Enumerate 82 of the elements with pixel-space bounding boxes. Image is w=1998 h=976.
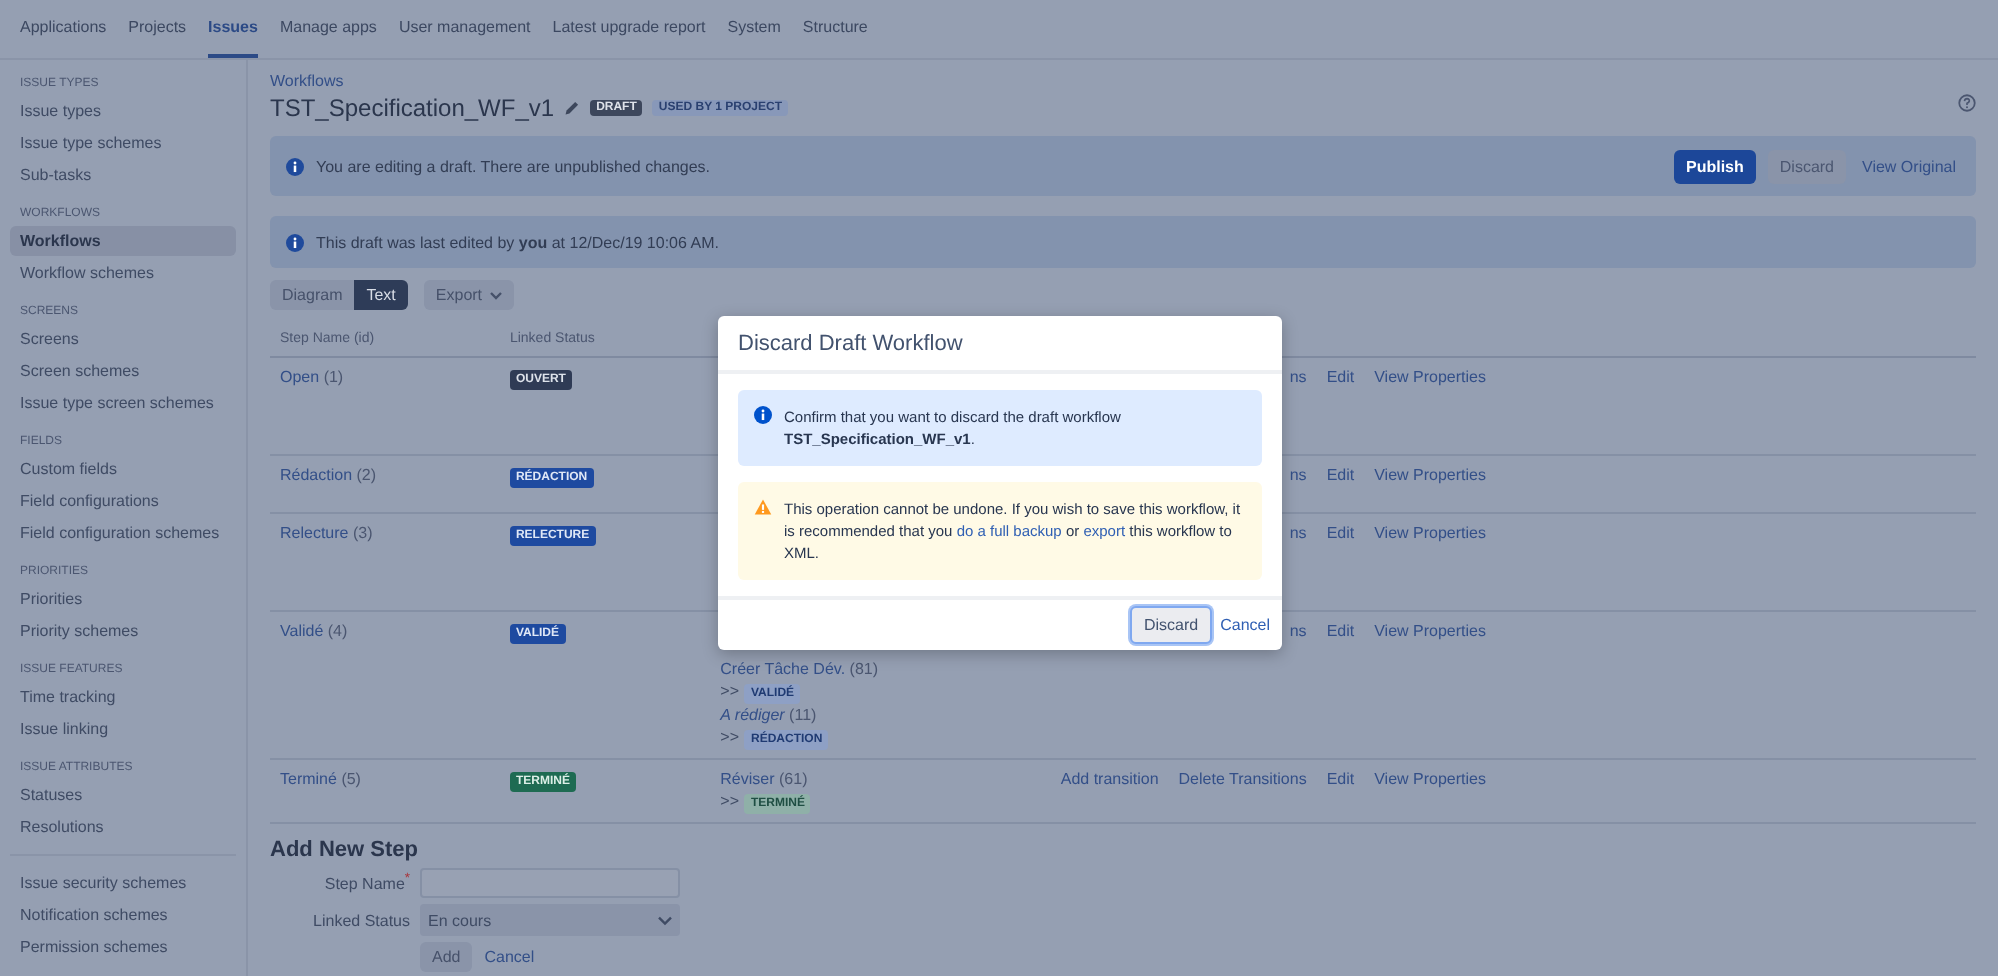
caret-icon: [490, 291, 503, 299]
add-button[interactable]: Add: [420, 942, 473, 972]
step-name[interactable]: Open (1): [280, 368, 344, 386]
sidebar-item[interactable]: Notification schemes: [10, 900, 236, 930]
info-icon: [286, 157, 304, 175]
chevron-icon: [658, 915, 672, 925]
action-link[interactable]: Delete Transitions: [1178, 768, 1307, 790]
sidebar-item[interactable]: Workflows: [10, 226, 236, 256]
nav-tab[interactable]: User management: [398, 0, 531, 58]
action-link[interactable]: View Properties: [1374, 522, 1486, 544]
step-name[interactable]: Relecture (3): [280, 524, 373, 542]
sidebar-item[interactable]: Resolutions: [10, 812, 236, 842]
discard-button[interactable]: Discard: [1767, 149, 1847, 183]
step-name[interactable]: Terminé (5): [280, 770, 361, 788]
sidebar-item[interactable]: Screen schemes: [10, 356, 236, 386]
action-link[interactable]: Edit: [1326, 366, 1355, 388]
sidebar-item[interactable]: Statuses: [10, 780, 236, 810]
action-link[interactable]: View Properties: [1374, 620, 1486, 642]
arrow-text: >>: [720, 792, 739, 810]
nav-tab[interactable]: Latest upgrade report: [552, 0, 706, 58]
view-tab[interactable]: Diagram: [270, 280, 355, 310]
view-original-link[interactable]: View Original: [1858, 149, 1960, 183]
cancel-link[interactable]: Cancel: [1220, 616, 1270, 634]
action-link[interactable]: Edit: [1326, 620, 1355, 642]
view-tab[interactable]: Text: [354, 280, 408, 310]
action-link[interactable]: Add transition: [1060, 768, 1159, 790]
action-link[interactable]: ns: [1289, 366, 1307, 388]
transition-name[interactable]: Réviser (61): [720, 770, 808, 788]
action-link[interactable]: View Properties: [1374, 768, 1486, 790]
sidebar-item[interactable]: Custom fields: [10, 454, 236, 484]
warning-icon: [754, 498, 772, 516]
transition-name[interactable]: A rédiger (11): [720, 706, 817, 724]
info-icon: [754, 406, 772, 424]
sidebar-item[interactable]: Field configuration schemes: [10, 518, 236, 548]
pencil-icon[interactable]: [564, 100, 581, 116]
dialog-title: Discard Draft Workflow: [718, 316, 1282, 374]
action-link[interactable]: ns: [1289, 464, 1307, 486]
nav-tab[interactable]: Issues: [208, 0, 258, 58]
banner-message: This draft was last edited by you at 12/Dec/19 10:06 AM.: [316, 233, 721, 251]
step-name[interactable]: Validé (4): [280, 622, 348, 640]
sidebar-item[interactable]: Issue security schemes: [10, 868, 236, 898]
publish-button[interactable]: Publish: [1674, 149, 1756, 183]
breadcrumb-link[interactable]: Workflows: [270, 72, 344, 90]
sidebar-item[interactable]: Issue types: [10, 96, 236, 126]
sidebar-item[interactable]: Workflow schemes: [10, 258, 236, 288]
banner-message: You are editing a draft. There are unpublished changes.: [316, 157, 713, 175]
field-label: Step Name$^{*}$: [322, 872, 410, 894]
info-icon: [286, 233, 304, 251]
confirm-discard-button[interactable]: Discard: [1129, 606, 1213, 644]
cancel-link[interactable]: Cancel: [484, 948, 535, 966]
action-link[interactable]: View Properties: [1374, 366, 1486, 388]
sidebar-item[interactable]: Sub-tasks: [10, 160, 236, 190]
section-heading: Add New Step: [270, 838, 420, 862]
sidebar-item[interactable]: Issue linking: [10, 714, 236, 744]
sidebar-item[interactable]: Issue type screen schemes: [10, 388, 236, 418]
arrow-text: >>: [720, 682, 739, 700]
workflow-title: TST_Specification_WF_v1: [270, 94, 555, 122]
step-name[interactable]: Rédaction (2): [280, 466, 377, 484]
sidebar-item[interactable]: Field configurations: [10, 486, 236, 516]
nav-tab[interactable]: Projects: [128, 0, 187, 58]
action-link[interactable]: ns: [1289, 620, 1307, 642]
sidebar-item[interactable]: Permission schemes: [10, 932, 236, 962]
export-button[interactable]: Export: [423, 280, 515, 310]
action-link[interactable]: Edit: [1326, 464, 1355, 486]
help-icon[interactable]: [1958, 94, 1976, 112]
nav-tab[interactable]: Applications: [20, 0, 107, 58]
linked-status-select[interactable]: En cours: [420, 904, 680, 936]
sidebar-item[interactable]: Priority schemes: [10, 616, 236, 646]
arrow-text: >>: [720, 728, 739, 746]
nav-tab[interactable]: System: [727, 0, 781, 58]
action-link[interactable]: Edit: [1326, 522, 1355, 544]
action-link[interactable]: ns: [1289, 522, 1307, 544]
transition-name[interactable]: Créer Tâche Dév. (81): [720, 660, 879, 678]
sidebar-item[interactable]: Issue type schemes: [10, 128, 236, 158]
action-link[interactable]: Edit: [1326, 768, 1355, 790]
sidebar-item[interactable]: Priorities: [10, 584, 236, 614]
action-link[interactable]: View Properties: [1374, 464, 1486, 486]
nav-tab[interactable]: Manage apps: [279, 0, 377, 58]
sidebar-item[interactable]: Screens: [10, 324, 236, 354]
nav-tab[interactable]: Structure: [802, 0, 868, 58]
field-label: Linked Status: [311, 911, 410, 929]
sidebar-item[interactable]: Time tracking: [10, 682, 236, 712]
